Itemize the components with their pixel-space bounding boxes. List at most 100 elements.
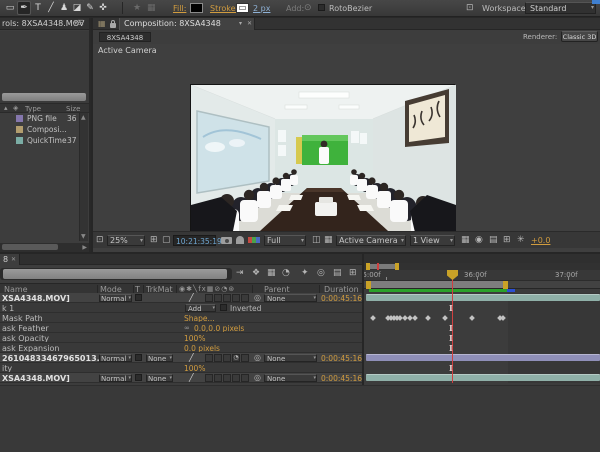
timeline-tab-bar: 8 ✕: [0, 254, 600, 265]
mask-visibility-icon[interactable]: ▦: [147, 3, 156, 13]
lock-icon[interactable]: [110, 23, 116, 28]
list-item[interactable]: Composi...: [0, 124, 78, 135]
stroke-label[interactable]: Stroke:: [210, 4, 238, 13]
header-parent[interactable]: Parent: [264, 284, 290, 295]
comp-subbar: 8XSA4348 Renderer: Classic 3D: [93, 30, 600, 44]
close-icon[interactable]: ✕: [11, 256, 16, 263]
exposure-value[interactable]: +0.0: [531, 236, 550, 245]
timecode-box[interactable]: 10:21:35:19: [173, 235, 216, 246]
timeline-hscroll-track[interactable]: [0, 268, 232, 280]
column-type[interactable]: Type: [25, 105, 41, 113]
eraser-tool[interactable]: ◪: [71, 1, 83, 15]
sort-icon[interactable]: ▴: [4, 104, 8, 112]
scroll-up-icon[interactable]: ▲: [81, 114, 86, 121]
roi-icon[interactable]: ▢: [162, 235, 171, 245]
line-tool[interactable]: ╱: [45, 1, 57, 15]
brush-tool[interactable]: ✎: [84, 1, 96, 15]
comp-breadcrumb-button[interactable]: 8XSA4348: [99, 32, 151, 42]
header-trkmat[interactable]: TrkMat: [146, 284, 173, 295]
selection-tool[interactable]: ▭: [4, 1, 16, 15]
stroke-width-value[interactable]: 2 px: [253, 4, 270, 13]
chevron-down-icon[interactable]: ▾: [239, 20, 242, 27]
resolution-value: Full: [267, 236, 281, 245]
viewer-image: [190, 84, 455, 231]
rotobezier-checkbox[interactable]: [318, 4, 325, 11]
timeline-hscroll-thumb[interactable]: [3, 269, 227, 279]
scroll-right-icon[interactable]: ▶: [82, 244, 87, 251]
clone-stamp-tool[interactable]: ♟: [58, 1, 70, 15]
resolution-dropdown[interactable]: Full▾: [264, 235, 306, 246]
project-vscrollbar[interactable]: ▲ ▼: [79, 113, 88, 241]
close-icon[interactable]: ✕: [247, 20, 252, 27]
workspace-dropdown[interactable]: Standard ▾: [525, 2, 596, 14]
frame-blend-icon[interactable]: ▦: [267, 268, 276, 278]
timeline-tab[interactable]: 8 ✕: [0, 254, 20, 265]
blue-dot: [256, 237, 260, 243]
header-mode[interactable]: Mode: [100, 284, 122, 295]
region-icon[interactable]: ▤: [489, 235, 498, 245]
header-t[interactable]: T: [135, 284, 140, 295]
scroll-down-icon[interactable]: ▼: [81, 233, 86, 240]
panel-menu-icon[interactable]: ▾☰: [74, 19, 84, 27]
column-size[interactable]: Size: [66, 105, 80, 113]
header-duration[interactable]: Duration: [324, 284, 359, 295]
header-name[interactable]: Name: [4, 284, 28, 295]
type-tool[interactable]: T: [32, 1, 44, 15]
stroke-swatch[interactable]: [236, 3, 249, 13]
workspace-icon: ⊡: [466, 3, 474, 13]
pen-tool[interactable]: ✒: [17, 1, 31, 15]
rotobezier-label: RotoBezier: [329, 4, 372, 13]
show-snapshot-icon[interactable]: [236, 236, 244, 244]
workspace-label: Workspace:: [482, 4, 528, 13]
hscroll-thumb[interactable]: [2, 244, 58, 250]
comp-viewer[interactable]: Active Camera: [93, 44, 600, 231]
tag-icon[interactable]: ◈: [13, 104, 18, 112]
grid-guides-icon[interactable]: ⊞: [150, 235, 158, 245]
target-region-icon[interactable]: ◫: [312, 235, 321, 245]
chevron-down-icon: ▾: [591, 4, 594, 11]
renderer-button[interactable]: Classic 3D: [561, 31, 598, 42]
camera-view-dropdown[interactable]: Active Camera▾: [336, 235, 406, 246]
comp-flowchart-icon[interactable]: ⊞: [349, 268, 357, 278]
exposure-reset-icon[interactable]: ✳: [517, 235, 525, 245]
project-hscrollbar[interactable]: ▶: [0, 243, 89, 252]
always-preview-icon[interactable]: ⊡: [96, 235, 104, 245]
magnification-dropdown[interactable]: 25%▾: [107, 235, 145, 246]
comp-tab-bar: ▦ Composition: 8XSA4348 ▾ ✕: [93, 18, 600, 30]
timeline-tab-label: 8: [3, 255, 8, 264]
chevron-down-icon: ▾: [450, 237, 453, 244]
item-type: QuickTime: [27, 136, 67, 145]
channels-rgb-icon[interactable]: [248, 237, 260, 243]
renderer-label: Renderer:: [523, 33, 557, 41]
project-tab[interactable]: rols: 8XSA4348.MOV: [2, 19, 84, 28]
project-item-list: PNG file36Composi...QuickTime37: [0, 113, 78, 149]
transparency-grid-icon[interactable]: ▦: [324, 235, 333, 245]
in-out-options-icon[interactable]: ⇥: [236, 268, 244, 278]
mini-flowchart-icon[interactable]: ⊞: [503, 235, 511, 245]
star-icon[interactable]: ★: [133, 3, 141, 13]
list-item[interactable]: QuickTime37: [0, 135, 78, 146]
draft3d-icon[interactable]: ◉: [475, 235, 483, 245]
item-swatch: [16, 126, 23, 133]
list-item[interactable]: PNG file36: [0, 113, 78, 124]
conference-room-scene: [191, 85, 456, 231]
chevron-down-icon: ▾: [401, 237, 404, 244]
puppet-pin-tool[interactable]: ✜: [97, 1, 109, 15]
graph-editor-icon[interactable]: ▤: [333, 268, 342, 278]
shy-layers-icon[interactable]: ❖: [252, 268, 260, 278]
motion-blur-icon[interactable]: ◔: [282, 268, 290, 278]
view-layout-value: 1 View: [413, 236, 440, 245]
auto-keyframe-icon[interactable]: ◎: [317, 268, 325, 278]
fast-preview-icon[interactable]: ▦: [461, 235, 470, 245]
view-layout-dropdown[interactable]: 1 View ▾: [410, 235, 455, 246]
add-icon[interactable]: ⊙: [304, 3, 312, 13]
window-accent: [592, 0, 600, 4]
comp-tab[interactable]: Composition: 8XSA4348 ▾ ✕: [119, 18, 255, 30]
project-divider-bar[interactable]: [2, 93, 86, 101]
fill-swatch[interactable]: [190, 3, 203, 13]
brainstorm-icon[interactable]: ✦: [301, 268, 309, 278]
renderer-value: Classic 3D: [563, 33, 597, 41]
after-effects-window: { "toolbar": { "tools": [ {"name":"selec…: [0, 0, 600, 450]
item-size: 37: [67, 136, 77, 145]
fill-label[interactable]: Fill:: [173, 4, 186, 13]
